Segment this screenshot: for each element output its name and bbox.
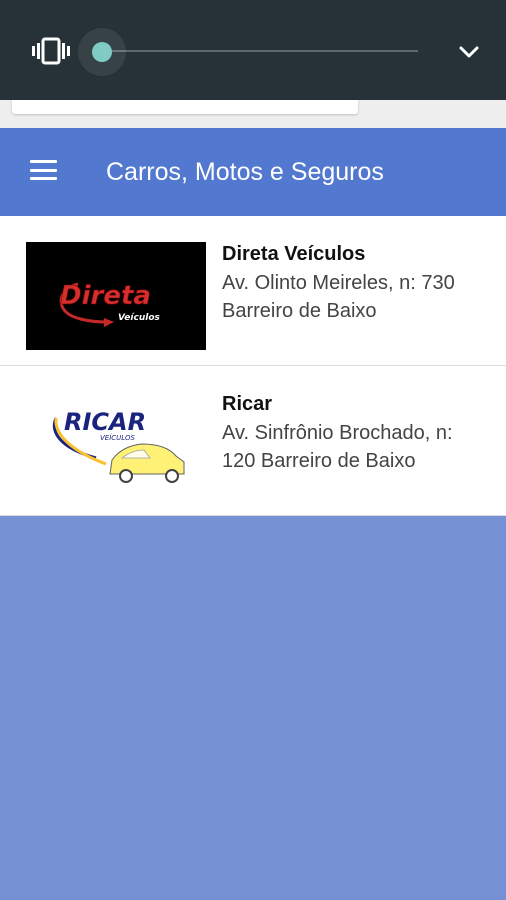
dealer-name: Direta Veículos xyxy=(222,243,366,265)
list-item-ricar[interactable]: RICAR VEÍCULOS Ricar Av. Sinfrônio Broch… xyxy=(0,366,506,516)
ricar-logo: RICAR VEÍCULOS xyxy=(26,388,206,496)
ricar-logo-subtext: VEÍCULOS xyxy=(100,433,135,442)
dealer-address: Av. Sinfrônio Brochado, n: 120 Barreiro … xyxy=(222,422,453,472)
page-title: Carros, Motos e Seguros xyxy=(106,158,384,186)
dealer-list: Direta Veículos Direta Veículos Av. Olin… xyxy=(0,216,506,516)
chevron-down-icon[interactable] xyxy=(456,40,482,64)
dealer-address: Av. Olinto Meireles, n: 730 Barreiro de … xyxy=(222,272,455,322)
app-bar: Carros, Motos e Seguros xyxy=(0,128,506,216)
dealer-name: Ricar xyxy=(222,393,273,415)
hamburger-menu-icon[interactable] xyxy=(30,160,60,184)
slider-track xyxy=(100,50,418,52)
slider-thumb[interactable] xyxy=(92,42,112,62)
direta-logo-text: Direta xyxy=(60,281,151,311)
direta-logo: Direta Veículos xyxy=(26,242,206,350)
vibrate-icon[interactable] xyxy=(32,36,70,66)
list-item-direta[interactable]: Direta Veículos Direta Veículos Av. Olin… xyxy=(0,216,506,366)
background-app-strip xyxy=(0,100,506,128)
volume-slider[interactable] xyxy=(78,26,428,76)
quick-settings-shade xyxy=(0,0,506,100)
direta-logo-subtext: Veículos xyxy=(118,313,161,323)
background-card xyxy=(12,100,358,114)
ricar-logo-text: RICAR xyxy=(64,408,146,436)
